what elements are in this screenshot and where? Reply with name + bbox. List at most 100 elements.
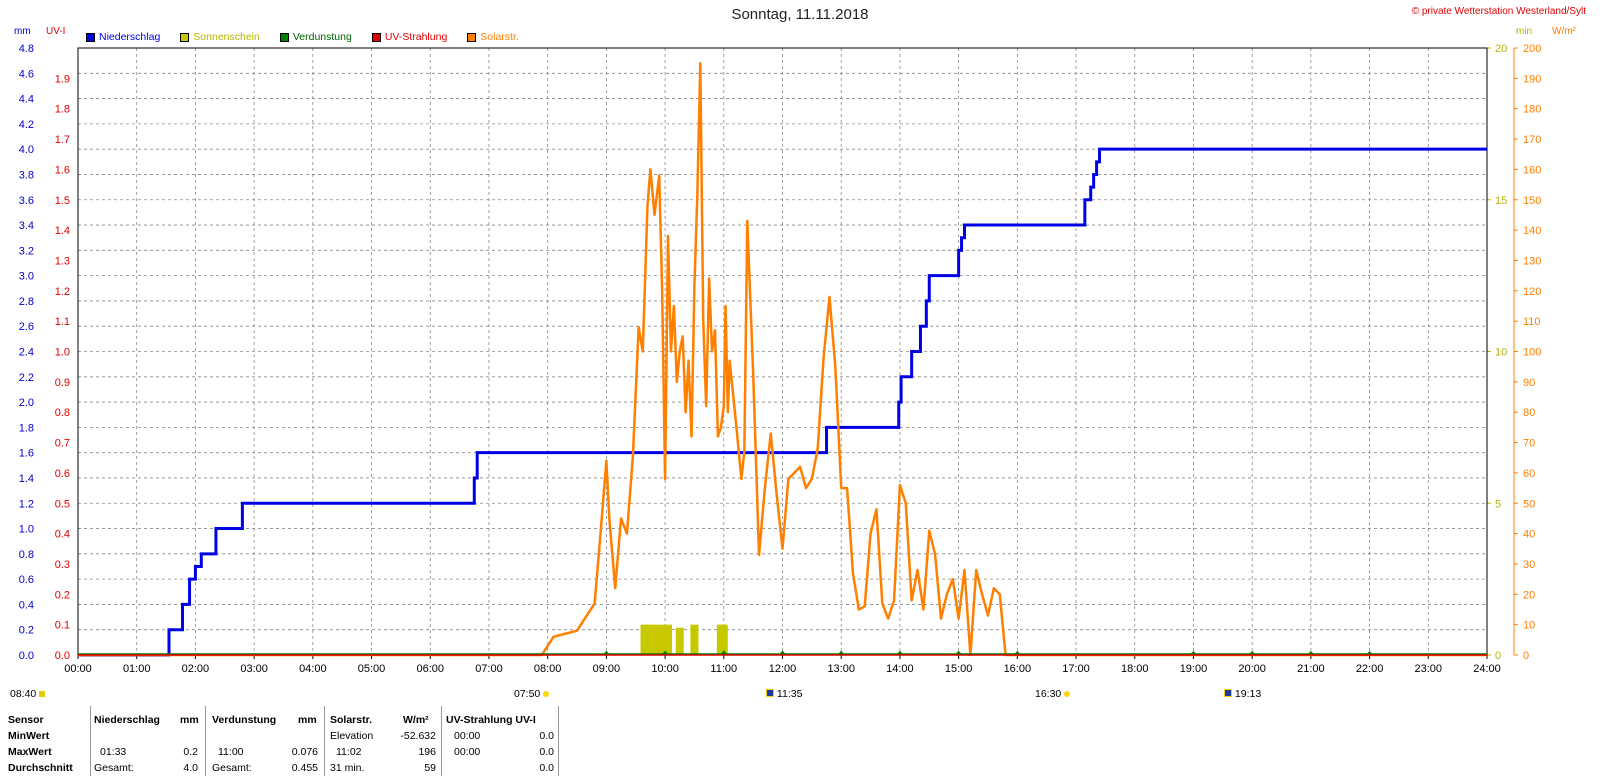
event-moonrise-label: 08:40: [10, 688, 46, 700]
event-sunset-time: 16:30: [1035, 688, 1062, 700]
y-tick-label-uv: 1.6: [55, 164, 70, 176]
legend: Niederschlag Sonnenschein Verdunstung UV…: [86, 31, 539, 43]
marker-verdunstung: [1190, 650, 1197, 654]
marker-verdunstung: [955, 650, 962, 654]
sunrise-icon: [543, 691, 550, 697]
stats-header-niederschlag: Niederschlag: [94, 714, 160, 726]
y-tick-label-mm: 1.4: [19, 473, 34, 485]
x-tick-label: 15:00: [945, 663, 973, 675]
y-tick-label-mm: 0.2: [19, 625, 34, 637]
x-tick-label: 18:00: [1121, 663, 1149, 675]
x-tick-label: 14:00: [886, 663, 914, 675]
stats-row-min: MinWert Elevation -52.632 00:00 0.0: [0, 730, 560, 746]
legend-swatch-solar: [467, 32, 477, 42]
moonset-icon: [1224, 689, 1232, 697]
stats-header-solar: Solarstr.: [330, 714, 373, 726]
y-tick-label-mm: 1.8: [19, 422, 34, 434]
y-tick-label-wm2: 180: [1523, 104, 1541, 116]
x-tick-label: 05:00: [358, 663, 386, 675]
y-tick-label-min: 5: [1495, 498, 1501, 510]
y-tick-label-wm2: 90: [1523, 377, 1535, 389]
y-tick-label-wm2: 80: [1523, 407, 1535, 419]
y-tick-label-wm2: 0: [1523, 650, 1529, 662]
y-tick-label-wm2: 120: [1523, 286, 1541, 298]
stats-solar-value: -52.632: [400, 730, 436, 742]
x-tick-label: 03:00: [240, 663, 268, 675]
stats-row-avg: Durchschnitt Gesamt: 4.0 Gesamt: 0.455 3…: [0, 762, 560, 778]
event-moonrise-time: 08:40: [10, 688, 37, 700]
y-tick-label-mm: 3.0: [19, 271, 34, 283]
stats-verdunstung-time: 11:00: [218, 746, 244, 758]
y-tick-label-wm2: 100: [1523, 347, 1541, 359]
stats-header-sensor: Sensor: [8, 714, 44, 726]
y-tick-label-mm: 3.8: [19, 169, 34, 181]
marker-verdunstung: [1307, 650, 1314, 654]
event-moon-high-time: 11:35: [776, 688, 803, 700]
y-tick-label-mm: 1.0: [19, 524, 34, 536]
stats-verdunstung-value: 0.455: [291, 762, 318, 774]
y-tick-label-uv: 1.3: [55, 255, 70, 267]
x-tick-label: 02:00: [182, 663, 210, 675]
tick-labels: 00:00 01:00 02:00 03:00 04:00 05:00 06:00 07:00…: [19, 43, 1542, 675]
y-tick-label-wm2: 110: [1523, 316, 1541, 328]
x-tick-label: 13:00: [827, 663, 855, 675]
y-tick-label-uv: 1.7: [55, 134, 70, 146]
legend-item-verdunstung[interactable]: Verdunstung: [279, 31, 352, 43]
x-tick-label: 09:00: [593, 663, 621, 675]
stats-row-label: Durchschnitt: [8, 762, 73, 774]
stats-header-uv: UV-Strahlung UV-I: [446, 714, 536, 726]
y-tick-label-mm: 4.8: [19, 43, 34, 55]
stats-verdunstung-value: 0.076: [291, 746, 318, 758]
x-tick-label: 17:00: [1062, 663, 1090, 675]
legend-item-solar[interactable]: Solarstr.: [467, 31, 519, 43]
y-tick-label-min: 20: [1495, 43, 1507, 55]
bar-sonnenschein: [664, 624, 673, 655]
event-moonset-time: 19:13: [1234, 688, 1262, 700]
stats-verdunstung-time: Gesamt:: [212, 762, 252, 774]
legend-label-sonnenschein: Sonnenschein: [193, 31, 260, 43]
chart-canvas: 00:00 01:00 02:00 03:00 04:00 05:00 06:00 07:00…: [19, 43, 1542, 675]
x-tick-label: 04:00: [299, 663, 327, 675]
stats-row-label: MaxWert: [8, 746, 52, 758]
x-tick-label: 21:00: [1297, 663, 1325, 675]
y-tick-label-min: 15: [1495, 195, 1507, 207]
y-tick-label-wm2: 60: [1523, 468, 1535, 480]
x-tick-label: 24:00: [1473, 663, 1501, 675]
legend-item-niederschlag[interactable]: Niederschlag: [86, 31, 160, 43]
legend-item-sonnenschein[interactable]: Sonnenschein: [180, 31, 260, 43]
y-tick-label-wm2: 140: [1523, 225, 1541, 237]
stats-niederschlag-value: 0.2: [183, 746, 198, 758]
moon-high-icon: [766, 689, 774, 697]
y-tick-label-mm: 4.4: [19, 94, 34, 106]
y-tick-label-uv: 0.2: [55, 589, 70, 601]
event-moonset-label: 19:13: [1224, 688, 1261, 700]
legend-label-verdunstung: Verdunstung: [292, 31, 352, 43]
stats-solar-value: 59: [424, 762, 436, 774]
legend-label-niederschlag: Niederschlag: [99, 31, 161, 43]
stats-niederschlag-value: 4.0: [183, 762, 198, 774]
y-tick-label-wm2: 170: [1523, 134, 1541, 146]
legend-swatch-niederschlag: [86, 32, 95, 42]
y-tick-label-mm: 3.6: [19, 195, 34, 207]
y-tick-label-wm2: 10: [1523, 620, 1535, 632]
y-tick-label-mm: 4.6: [19, 68, 34, 80]
x-tick-label: 19:00: [1180, 663, 1208, 675]
y-tick-label-uv: 1.8: [55, 104, 70, 116]
y-tick-label-mm: 0.8: [19, 549, 34, 561]
y-tick-label-uv: 1.2: [55, 286, 70, 298]
y-tick-label-mm: 2.2: [19, 372, 34, 384]
y-tick-label-mm: 1.2: [19, 498, 34, 510]
y-tick-label-min: 0: [1495, 650, 1501, 662]
x-tick-label: 16:00: [1004, 663, 1032, 675]
stats-solar-time: 11:02: [336, 746, 362, 758]
x-tick-label: 10:00: [651, 663, 679, 675]
marker-verdunstung: [779, 650, 786, 654]
event-moon-high-label: 11:35: [766, 688, 802, 700]
y-tick-label-uv: 1.4: [55, 225, 70, 237]
unit-wm2-label: W/m²: [1552, 26, 1576, 37]
legend-item-uv[interactable]: UV-Strahlung: [371, 31, 447, 43]
y-tick-label-uv: 0.9: [55, 377, 70, 389]
y-tick-label-mm: 3.2: [19, 245, 34, 257]
y-tick-label-wm2: 150: [1523, 195, 1541, 207]
stats-solar-time: 31 min.: [330, 762, 365, 774]
